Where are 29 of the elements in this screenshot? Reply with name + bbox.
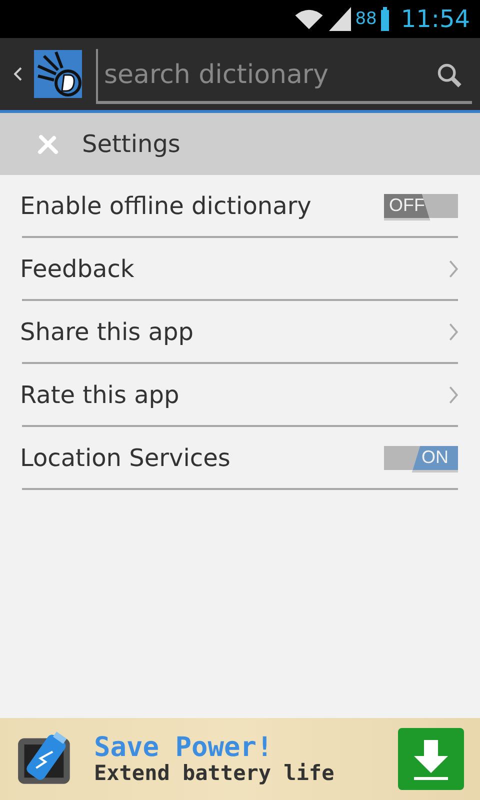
ad-banner[interactable]: Save Power! Extend battery life — [0, 718, 480, 800]
settings-row[interactable]: Rate this app — [22, 364, 458, 427]
settings-row[interactable]: Enable offline dictionary OFF — [22, 175, 458, 238]
search-icon[interactable] — [436, 62, 462, 88]
settings-row[interactable]: Share this app — [22, 301, 458, 364]
wifi-icon — [293, 8, 326, 30]
chevron-icon — [449, 322, 458, 340]
search-field[interactable]: search dictionary — [96, 48, 472, 104]
setting-label: Enable offline dictionary — [20, 192, 312, 220]
download-icon[interactable] — [398, 728, 464, 790]
chevron-icon — [449, 260, 458, 278]
setting-label: Location Services — [20, 444, 230, 472]
signal-icon — [329, 7, 352, 31]
app-logo[interactable] — [34, 50, 82, 98]
chevron-icon — [449, 386, 458, 404]
back-icon[interactable] — [14, 67, 22, 81]
ad-tagline: Extend battery life — [94, 762, 336, 784]
settings-row[interactable]: Location Services ON — [22, 427, 458, 490]
section-title: Settings — [82, 130, 180, 158]
setting-label: Feedback — [20, 254, 134, 282]
battery-icon — [380, 7, 389, 31]
battery-percent: 88 — [355, 9, 377, 29]
setting-label: Share this app — [20, 318, 194, 346]
toggle-switch[interactable]: OFF — [384, 194, 458, 218]
ad-headline: Save Power! — [94, 734, 274, 762]
clock: 11:54 — [400, 5, 470, 33]
setting-label: Rate this app — [20, 380, 180, 408]
search-input[interactable]: search dictionary — [98, 58, 436, 90]
settings-row[interactable]: Feedback — [22, 238, 458, 301]
